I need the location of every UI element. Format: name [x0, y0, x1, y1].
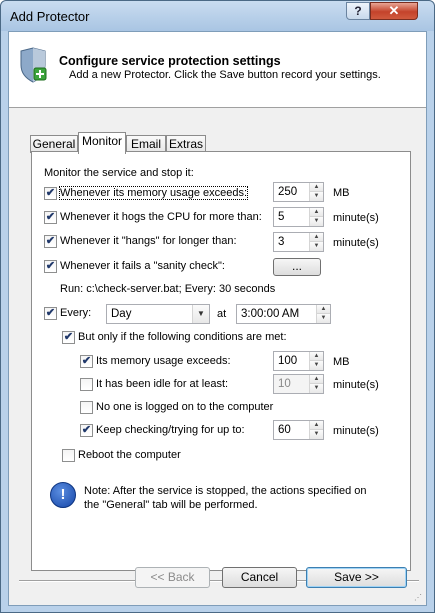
reboot-label: Reboot the computer — [78, 449, 181, 461]
cond-keep-checkbox[interactable]: ✔ — [80, 424, 93, 437]
conditions-label: But only if the following conditions are… — [78, 331, 287, 343]
cpu-checkbox[interactable]: ✔ — [44, 211, 57, 224]
cond-nologon-checkbox[interactable] — [80, 401, 93, 414]
header-subtitle: Add a new Protector. Click the Save butt… — [69, 69, 381, 81]
memory-stepper[interactable]: 250 ▲ ▼ — [273, 182, 324, 202]
cond-idle-checkbox[interactable] — [80, 378, 93, 391]
cond-idle-stepper[interactable]: 10 ▲ ▼ — [273, 374, 324, 394]
spin-down-icon[interactable]: ▼ — [310, 242, 323, 251]
spin-down-icon[interactable]: ▼ — [310, 192, 323, 201]
time-stepper[interactable]: 3:00:00 AM ▲ ▼ — [236, 304, 331, 324]
run-info-text: Run: c:\check-server.bat; Every: 30 seco… — [60, 283, 276, 295]
memory-unit: MB — [333, 187, 350, 199]
hangs-value: 3 — [278, 236, 285, 248]
at-label: at — [217, 308, 227, 320]
cond-memory-label: Its memory usage exceeds: — [96, 355, 231, 367]
resize-grip-icon[interactable]: ⋰ — [414, 593, 424, 603]
spin-up-icon[interactable]: ▲ — [310, 183, 323, 192]
cond-memory-value: 100 — [278, 355, 298, 367]
cond-nologon-label: No one is logged on to the computer — [96, 401, 274, 413]
hangs-checkbox[interactable]: ✔ — [44, 235, 57, 248]
cond-keep-stepper[interactable]: 60 ▲ ▼ — [273, 420, 324, 440]
spin-up-icon[interactable]: ▲ — [310, 375, 323, 384]
chevron-down-icon[interactable]: ▼ — [192, 305, 209, 323]
memory-label: Whenever its memory usage exceeds: — [58, 186, 249, 200]
hangs-unit: minute(s) — [333, 237, 379, 249]
info-icon: ! — [50, 482, 76, 508]
cond-memory-checkbox[interactable]: ✔ — [80, 355, 93, 368]
add-protector-window: Add Protector ? ✕ Configure service prot… — [0, 0, 435, 613]
spin-up-icon[interactable]: ▲ — [317, 305, 330, 314]
save-button[interactable]: Save >> — [306, 567, 407, 588]
cond-keep-value: 60 — [278, 424, 291, 436]
window-title: Add Protector — [10, 9, 90, 24]
hangs-stepper[interactable]: 3 ▲ ▼ — [273, 232, 324, 252]
reboot-checkbox[interactable] — [62, 449, 75, 462]
memory-value: 250 — [278, 186, 298, 198]
monitor-heading: Monitor the service and stop it: — [44, 167, 194, 179]
tab-monitor[interactable]: Monitor — [78, 132, 126, 154]
cpu-value: 5 — [278, 211, 285, 223]
help-button[interactable]: ? — [346, 2, 370, 20]
header-title: Configure service protection settings — [59, 54, 281, 68]
every-period-value: Day — [111, 308, 132, 320]
note-text: Note: After the service is stopped, the … — [84, 485, 367, 511]
cancel-button[interactable]: Cancel — [222, 567, 297, 588]
cpu-label: Whenever it hogs the CPU for more than: — [60, 211, 262, 223]
spin-up-icon[interactable]: ▲ — [310, 352, 323, 361]
spin-up-icon[interactable]: ▲ — [310, 421, 323, 430]
spin-down-icon[interactable]: ▼ — [317, 314, 330, 323]
cond-idle-unit: minute(s) — [333, 379, 379, 391]
cond-idle-value: 10 — [278, 378, 291, 390]
spin-up-icon[interactable]: ▲ — [310, 233, 323, 242]
memory-checkbox[interactable]: ✔ — [44, 187, 57, 200]
cond-idle-label: It has been idle for at least: — [96, 378, 229, 390]
every-checkbox[interactable]: ✔ — [44, 307, 57, 320]
spin-up-icon[interactable]: ▲ — [310, 208, 323, 217]
hangs-label: Whenever it "hangs" for longer than: — [60, 235, 237, 247]
dialog-client-area: Configure service protection settings Ad… — [8, 31, 427, 606]
spin-down-icon[interactable]: ▼ — [310, 217, 323, 226]
cond-keep-unit: minute(s) — [333, 425, 379, 437]
every-label: Every: — [60, 307, 92, 319]
close-button[interactable]: ✕ — [370, 2, 418, 20]
spin-down-icon[interactable]: ▼ — [310, 361, 323, 370]
shield-add-icon — [20, 47, 47, 83]
spin-down-icon[interactable]: ▼ — [310, 384, 323, 393]
conditions-checkbox[interactable]: ✔ — [62, 331, 75, 344]
cond-memory-stepper[interactable]: 100 ▲ ▼ — [273, 351, 324, 371]
every-period-select[interactable]: Day ▼ — [106, 304, 210, 324]
cond-keep-label: Keep checking/trying for up to: — [96, 424, 245, 436]
sanity-checkbox[interactable]: ✔ — [44, 260, 57, 273]
time-value: 3:00:00 AM — [241, 308, 300, 320]
sanity-browse-button[interactable]: ... — [273, 258, 321, 276]
title-bar[interactable]: Add Protector ? ✕ — [1, 1, 434, 31]
header-band: Configure service protection settings Ad… — [9, 32, 426, 108]
monitor-panel: Monitor the service and stop it: ✔ Whene… — [31, 151, 411, 571]
sanity-label: Whenever it fails a "sanity check": — [60, 260, 225, 272]
cond-memory-unit: MB — [333, 356, 350, 368]
cpu-stepper[interactable]: 5 ▲ ▼ — [273, 207, 324, 227]
back-button[interactable]: << Back — [135, 567, 210, 588]
cpu-unit: minute(s) — [333, 212, 379, 224]
spin-down-icon[interactable]: ▼ — [310, 430, 323, 439]
